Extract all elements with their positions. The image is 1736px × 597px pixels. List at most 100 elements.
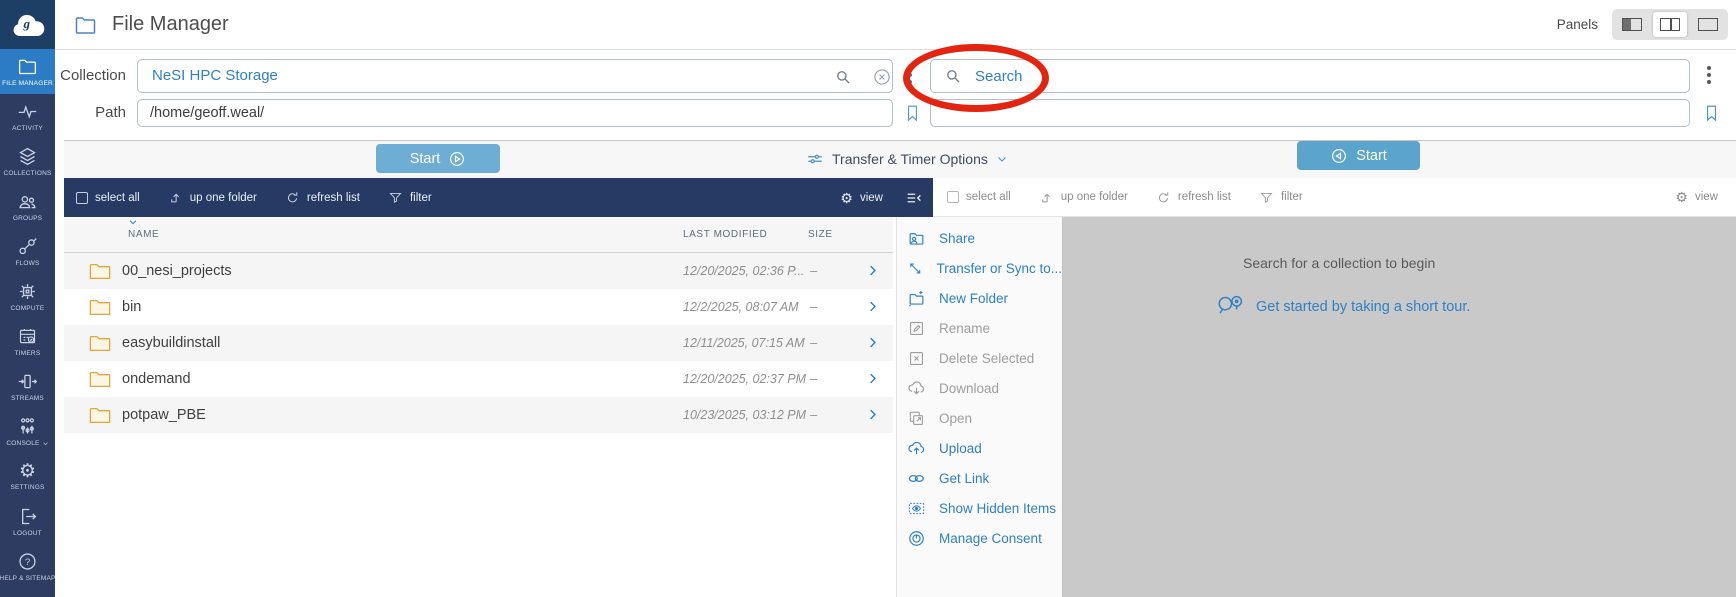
folder-icon xyxy=(17,56,38,77)
gear-icon: ⚙ xyxy=(18,461,37,482)
timers-calendar-icon xyxy=(17,326,38,347)
sidebar-item-logout[interactable]: LOGOUT xyxy=(0,499,55,544)
path-label: Path xyxy=(95,104,126,121)
chevron-right-icon[interactable] xyxy=(865,335,880,350)
right-path-input[interactable] xyxy=(930,99,1690,127)
transfer-arrows-icon xyxy=(907,259,923,278)
select-all-button[interactable]: select all xyxy=(947,191,1011,203)
filter-button[interactable]: filter xyxy=(1259,190,1303,205)
sidebar-item-collections[interactable]: COLLECTIONS xyxy=(0,139,55,184)
table-row[interactable]: ondemand 12/20/2025, 02:37 PM – xyxy=(64,361,893,397)
file-manager-icon xyxy=(72,13,99,37)
chevron-right-icon[interactable] xyxy=(865,407,880,422)
refresh-list-button[interactable]: refresh list xyxy=(285,190,360,205)
menu-item-transfer-or-sync[interactable]: Transfer or Sync to... xyxy=(897,253,1062,283)
collection-input[interactable]: NeSI HPC Storage xyxy=(137,59,893,93)
sidebar-item-settings[interactable]: ⚙ SETTINGS xyxy=(0,454,55,499)
menu-item-get-link[interactable]: Get Link xyxy=(897,463,1062,493)
collection-menu-kebab[interactable] xyxy=(908,66,912,84)
column-header-name[interactable]: NAME xyxy=(128,217,159,240)
consent-circle-icon xyxy=(907,529,926,548)
column-header-size[interactable]: SIZE xyxy=(808,217,833,252)
activity-icon xyxy=(17,101,38,122)
download-cloud-icon xyxy=(907,379,926,398)
up-one-folder-button[interactable]: up one folder xyxy=(1039,190,1128,205)
tour-icon xyxy=(1215,293,1247,320)
refresh-list-button[interactable]: refresh list xyxy=(1156,190,1231,205)
sidebar-item-activity[interactable]: ACTIVITY xyxy=(0,94,55,139)
sidebar-item-help-sitemap[interactable]: HELP & SITEMAP xyxy=(0,544,55,589)
console-sliders-icon xyxy=(17,416,38,437)
search-icon[interactable] xyxy=(834,68,852,86)
collapse-menu-button[interactable] xyxy=(905,189,923,207)
bookmark-icon[interactable] xyxy=(903,100,922,126)
up-one-folder-button[interactable]: up one folder xyxy=(168,190,257,205)
sidebar-item-compute[interactable]: COMPUTE xyxy=(0,274,55,319)
folder-icon xyxy=(89,334,111,352)
chevron-right-icon[interactable] xyxy=(865,371,880,386)
transfer-timer-options[interactable]: Transfer & Timer Options xyxy=(806,140,1008,178)
up-arrow-icon xyxy=(1039,190,1054,205)
sidebar-nav: FILE MANAGER ACTIVITY COLLECTIONS GROUPS… xyxy=(0,49,55,597)
start-transfer-right-button[interactable]: Start xyxy=(1297,141,1420,170)
sidebar-item-groups[interactable]: GROUPS xyxy=(0,184,55,229)
empty-state-title: Search for a collection to begin xyxy=(1243,255,1436,271)
wide-panel-icon xyxy=(1698,18,1718,31)
panel-layout-wide-button[interactable] xyxy=(1691,12,1725,37)
chevron-down-icon xyxy=(996,153,1008,165)
sidebar-item-timers[interactable]: TIMERS xyxy=(0,319,55,364)
menu-item-rename[interactable]: Rename xyxy=(897,313,1062,343)
table-row[interactable]: bin 12/2/2025, 08:07 AM – xyxy=(64,289,893,325)
right-panel-menu-kebab[interactable] xyxy=(1707,66,1711,84)
link-icon xyxy=(907,469,926,488)
sidebar-item-flows[interactable]: FLOWS xyxy=(0,229,55,274)
play-circle-icon xyxy=(448,150,466,168)
share-icon xyxy=(907,229,926,248)
panel-layout-double-button[interactable] xyxy=(1653,12,1687,37)
left-panel-toolbar: select all up one folder refresh list fi… xyxy=(64,178,933,217)
eye-icon xyxy=(907,499,926,518)
menu-item-manage-consent[interactable]: Manage Consent xyxy=(897,523,1062,553)
folder-icon xyxy=(89,298,111,316)
table-row[interactable]: 00_nesi_projects 12/20/2025, 02:36 P... … xyxy=(64,253,893,289)
globus-cloud-icon xyxy=(10,12,46,38)
sidebar-item-file-manager[interactable]: FILE MANAGER xyxy=(0,49,55,94)
start-transfer-left-button[interactable]: Start xyxy=(376,144,500,173)
menu-item-open[interactable]: Open xyxy=(897,403,1062,433)
view-settings-button[interactable]: ⚙ view xyxy=(1675,190,1718,204)
streams-icon xyxy=(17,371,38,392)
filter-button[interactable]: filter xyxy=(388,190,432,205)
collection-value: NeSI HPC Storage xyxy=(152,67,278,84)
groups-icon xyxy=(17,191,38,212)
column-header-modified[interactable]: LAST MODIFIED xyxy=(683,217,767,252)
tour-link[interactable]: Get started by taking a short tour. xyxy=(1215,293,1470,320)
delete-icon xyxy=(907,349,926,368)
chevron-right-icon[interactable] xyxy=(865,299,880,314)
path-input[interactable] xyxy=(137,99,893,127)
single-panel-icon xyxy=(1622,18,1642,31)
table-row[interactable]: potpaw_PBE 10/23/2025, 03:12 PM – xyxy=(64,397,893,433)
table-row[interactable]: easybuildinstall 12/11/2025, 07:15 AM – xyxy=(64,325,893,361)
logout-icon xyxy=(17,506,38,527)
menu-item-upload[interactable]: Upload xyxy=(897,433,1062,463)
view-settings-button[interactable]: ⚙ view xyxy=(840,191,883,205)
menu-item-new-folder[interactable]: New Folder xyxy=(897,283,1062,313)
chevron-right-icon[interactable] xyxy=(865,263,880,278)
up-arrow-icon xyxy=(168,190,183,205)
globus-logo[interactable] xyxy=(0,0,55,49)
menu-item-show-hidden-items[interactable]: Show Hidden Items xyxy=(897,493,1062,523)
panel-layout-single-button[interactable] xyxy=(1615,12,1649,37)
menu-item-download[interactable]: Download xyxy=(897,373,1062,403)
search-input[interactable] xyxy=(930,59,1690,93)
sidebar-item-console[interactable]: CONSOLE xyxy=(0,409,55,454)
new-folder-icon xyxy=(907,289,926,308)
sidebar-item-streams[interactable]: STREAMS xyxy=(0,364,55,409)
folder-icon xyxy=(89,262,111,280)
bookmark-icon[interactable] xyxy=(1702,100,1721,126)
menu-item-delete-selected[interactable]: Delete Selected xyxy=(897,343,1062,373)
flows-icon xyxy=(17,236,38,257)
checkbox-icon xyxy=(947,191,959,203)
clear-collection-icon[interactable] xyxy=(872,67,892,87)
menu-item-share[interactable]: Share xyxy=(897,223,1062,253)
select-all-button[interactable]: select all xyxy=(76,191,140,204)
